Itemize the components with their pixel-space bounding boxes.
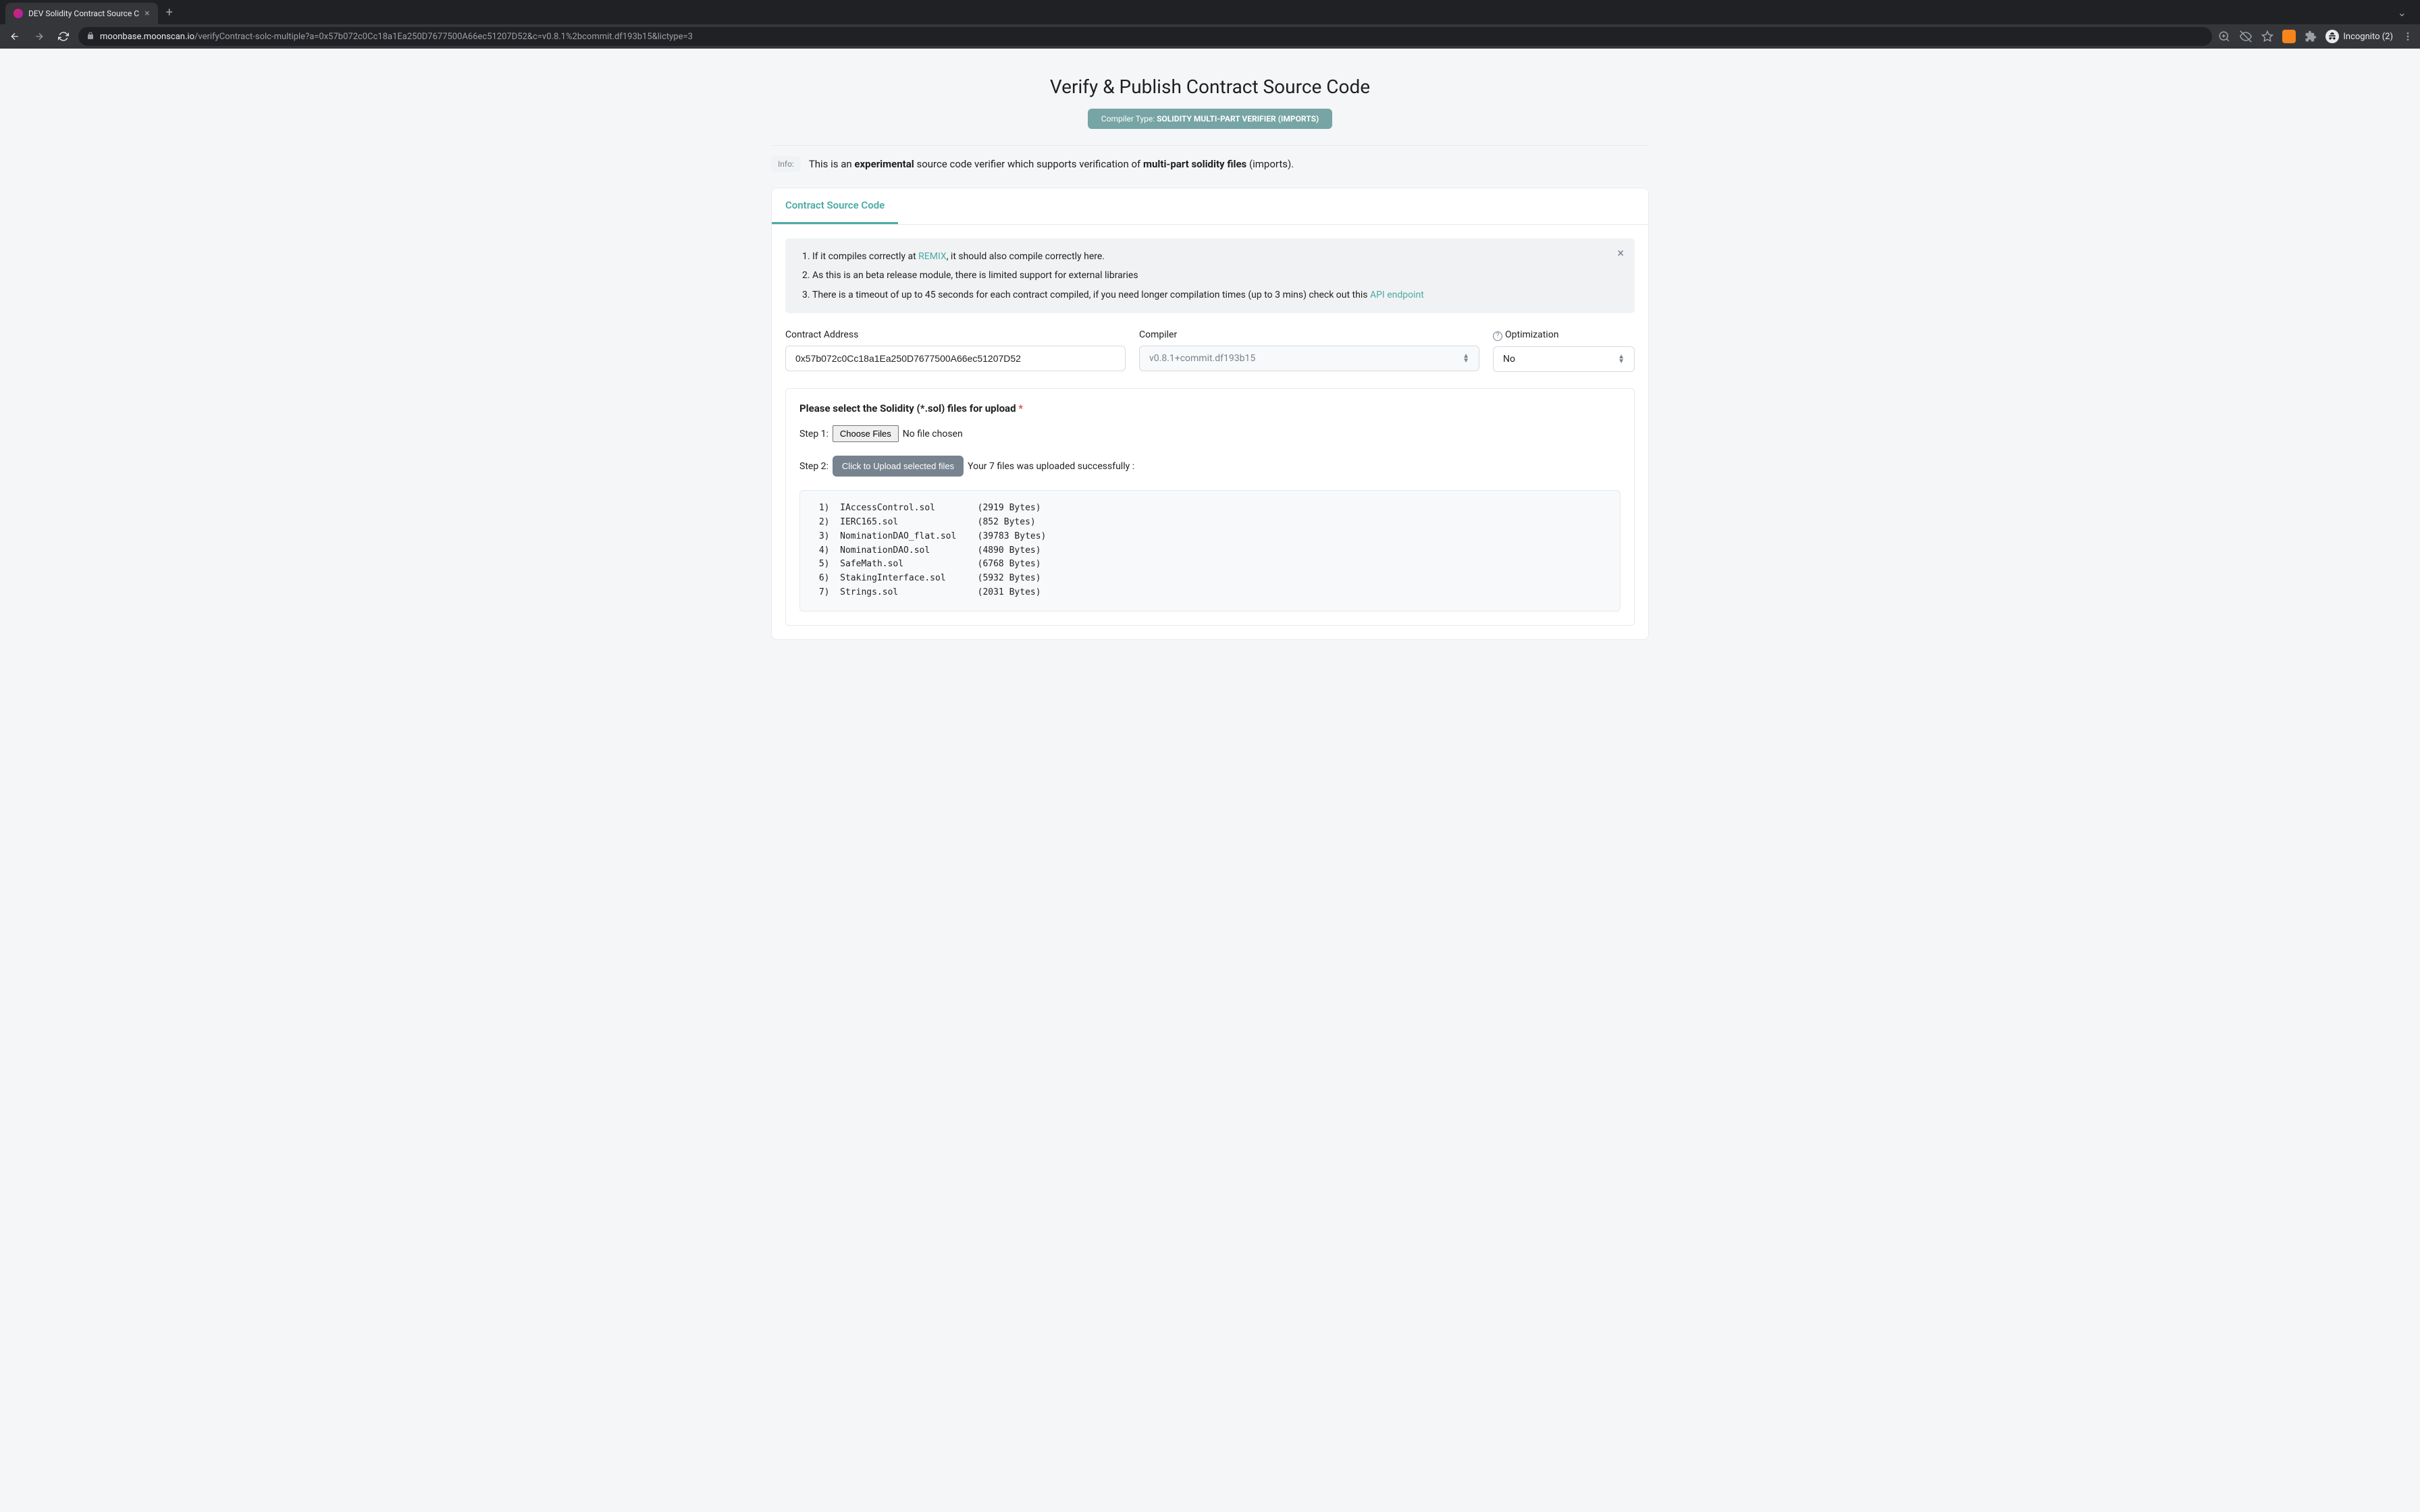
menu-icon[interactable]	[2401, 30, 2415, 43]
close-icon[interactable]: ×	[1617, 246, 1624, 261]
info-alert: × If it compiles correctly at REMIX, it …	[785, 238, 1635, 313]
compiler-select[interactable]: v0.8.1+commit.df193b15 ▲▼	[1139, 346, 1479, 371]
tabs: Contract Source Code	[772, 188, 1648, 225]
address-bar[interactable]: moonbase.moonscan.io/verifyContract-solc…	[78, 27, 2212, 46]
page-title: Verify & Publish Contract Source Code	[771, 49, 1649, 98]
step-2-row: Step 2: Click to Upload selected files Y…	[799, 456, 1621, 477]
star-icon[interactable]	[2261, 30, 2274, 43]
info-row: Info: This is an experimental source cod…	[771, 157, 1649, 171]
alert-item: There is a timeout of up to 45 seconds f…	[812, 288, 1621, 302]
lock-icon	[86, 32, 95, 42]
optimization-select[interactable]: No ▲▼	[1493, 346, 1635, 372]
help-icon[interactable]: ?	[1493, 331, 1502, 341]
extensions-icon[interactable]	[2304, 30, 2317, 43]
tab-title: DEV Solidity Contract Source C	[28, 9, 139, 18]
info-text: This is an experimental source code veri…	[809, 158, 1294, 170]
divider	[771, 145, 1649, 146]
metamask-icon[interactable]	[2282, 30, 2296, 43]
favicon-icon	[14, 9, 23, 18]
contract-address-label: Contract Address	[785, 329, 1126, 340]
browser-toolbar: moonbase.moonscan.io/verifyContract-solc…	[0, 24, 2420, 49]
browser-chrome: DEV Solidity Contract Source C × + ⌄ moo…	[0, 0, 2420, 49]
upload-files-button[interactable]: Click to Upload selected files	[833, 456, 964, 477]
tab-contract-source[interactable]: Contract Source Code	[772, 188, 898, 224]
step-1-row: Step 1: Choose Files No file chosen	[799, 425, 1621, 442]
alert-item: If it compiles correctly at REMIX, it sh…	[812, 249, 1621, 264]
incognito-label: Incognito (2)	[2343, 32, 2393, 42]
new-tab-button[interactable]: +	[158, 5, 181, 20]
chevron-updown-icon: ▲▼	[1463, 354, 1469, 363]
reload-button[interactable]	[54, 27, 73, 46]
optimization-label: ?Optimization	[1493, 329, 1635, 341]
main-card: Contract Source Code × If it compiles co…	[771, 188, 1649, 640]
file-chosen-status: No file chosen	[903, 429, 963, 439]
browser-tab[interactable]: DEV Solidity Contract Source C ×	[5, 3, 158, 24]
info-label: Info:	[771, 157, 801, 171]
form-row: Contract Address Compiler v0.8.1+commit.…	[785, 329, 1635, 372]
upload-title: Please select the Solidity (*.sol) files…	[799, 402, 1621, 414]
api-endpoint-link[interactable]: API endpoint	[1370, 290, 1424, 300]
back-button[interactable]	[5, 27, 24, 46]
remix-link[interactable]: REMIX	[918, 251, 947, 262]
compiler-type-badge: Compiler Type: SOLIDITY MULTI-PART VERIF…	[1088, 109, 1332, 129]
url-text: moonbase.moonscan.io/verifyContract-solc…	[100, 32, 693, 42]
contract-address-input[interactable]	[785, 346, 1126, 371]
upload-status: Your 7 files was uploaded successfully :	[968, 461, 1134, 472]
zoom-icon[interactable]	[2217, 30, 2231, 43]
choose-files-button[interactable]: Choose Files	[833, 425, 899, 442]
chevron-updown-icon: ▲▼	[1618, 354, 1625, 364]
tracking-icon[interactable]	[2239, 30, 2253, 43]
close-icon[interactable]: ×	[144, 8, 149, 19]
compiler-label: Compiler	[1139, 329, 1479, 340]
tab-overflow-button[interactable]: ⌄	[2390, 6, 2415, 19]
tab-bar: DEV Solidity Contract Source C × + ⌄	[0, 0, 2420, 24]
forward-button[interactable]	[30, 27, 49, 46]
incognito-badge[interactable]: Incognito (2)	[2325, 30, 2393, 43]
step-1-label: Step 1:	[799, 429, 828, 439]
page-content: Verify & Publish Contract Source Code Co…	[0, 49, 2420, 1512]
upload-card: Please select the Solidity (*.sol) files…	[785, 388, 1635, 626]
alert-item: As this is an beta release module, there…	[812, 268, 1621, 283]
toolbar-right: Incognito (2)	[2217, 30, 2415, 43]
step-2-label: Step 2:	[799, 461, 828, 472]
incognito-icon	[2325, 30, 2339, 43]
uploaded-files-list: 1) IAccessControl.sol (2919 Bytes) 2) IE…	[799, 490, 1621, 612]
